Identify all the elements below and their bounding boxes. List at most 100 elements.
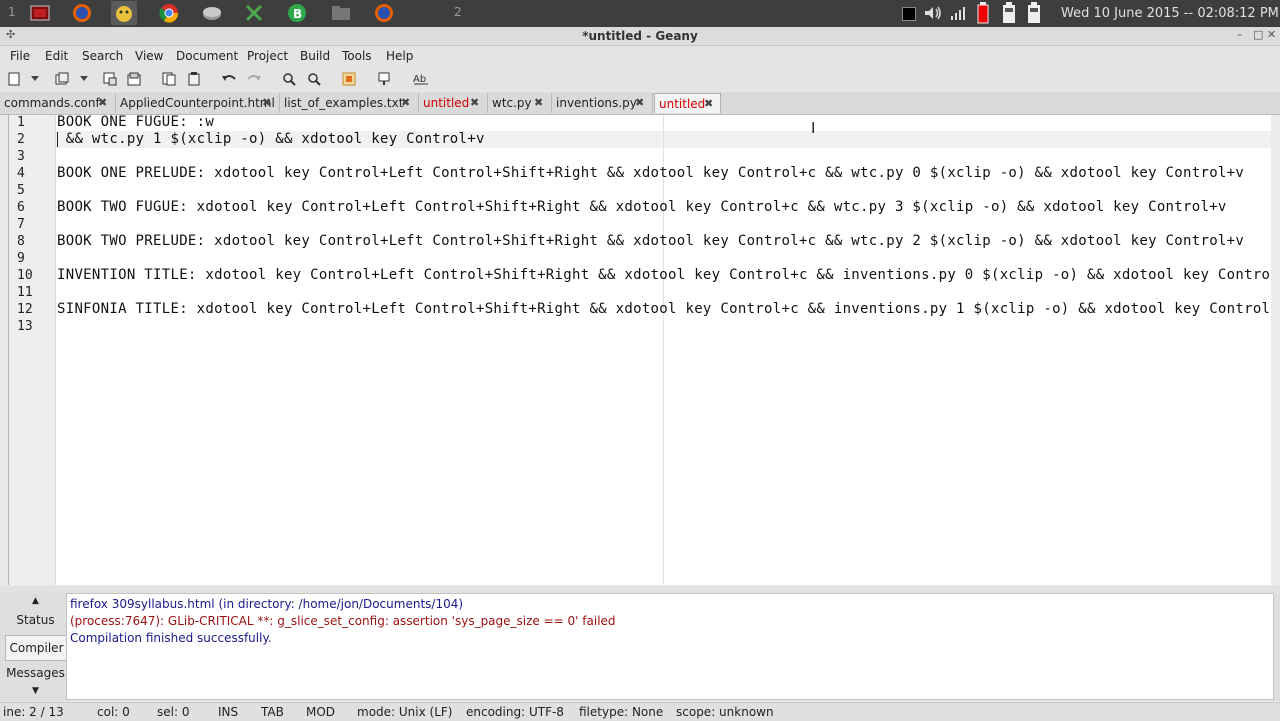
build-run-icon[interactable] xyxy=(376,71,392,87)
find-icon[interactable] xyxy=(281,71,297,87)
code-line: SINFONIA TITLE: xdotool key Control+Left… xyxy=(57,301,1280,317)
tools-launcher-icon[interactable] xyxy=(241,1,267,25)
message-window: ▲ Status Compiler Messages ▼ firefox 309… xyxy=(0,593,1280,701)
close-tab-icon[interactable]: ✖ xyxy=(262,93,271,113)
folder-launcher-icon[interactable] xyxy=(328,1,354,25)
line-number: 3 xyxy=(17,149,25,164)
battery-icon[interactable] xyxy=(1002,2,1016,28)
open-file-icon[interactable] xyxy=(54,71,70,87)
menu-document[interactable]: Document xyxy=(176,49,238,63)
tab-untitled-active[interactable]: untitled ✖ xyxy=(654,93,721,113)
compiler-output[interactable]: firefox 309syllabus.html (in directory: … xyxy=(66,593,1274,700)
window-titlebar[interactable]: ✣ *untitled - Geany – □ ✕ xyxy=(0,27,1280,46)
spellcheck-icon[interactable]: Ab xyxy=(412,71,430,87)
menu-tools[interactable]: Tools xyxy=(342,49,372,63)
close-tab-icon[interactable]: ✖ xyxy=(635,93,644,113)
compiler-message[interactable]: (process:7647): GLib-CRITICAL **: g_slic… xyxy=(70,614,616,628)
tab-inventions-py[interactable]: inventions.py ✖ xyxy=(552,93,653,113)
tab-wtc-py[interactable]: wtc.py ✖ xyxy=(488,93,552,113)
svg-text:B: B xyxy=(293,7,302,21)
long-line-marker xyxy=(663,115,664,585)
battery-low-icon[interactable] xyxy=(977,2,989,28)
tab-label: list_of_examples.txt xyxy=(284,96,404,110)
menu-search[interactable]: Search xyxy=(82,49,123,63)
menu-edit[interactable]: Edit xyxy=(45,49,68,63)
menu-project[interactable]: Project xyxy=(247,49,288,63)
disk-utility-launcher-icon[interactable] xyxy=(199,1,225,25)
menu-help[interactable]: Help xyxy=(386,49,413,63)
chrome-launcher-icon[interactable] xyxy=(156,1,182,25)
save-all-icon[interactable] xyxy=(126,71,142,87)
firefox-2-launcher-icon[interactable] xyxy=(371,1,397,25)
minimize-icon[interactable]: – xyxy=(1237,28,1243,41)
open-dropdown-icon[interactable] xyxy=(79,71,89,87)
battery-2-icon[interactable] xyxy=(1027,2,1041,28)
status-sel: sel: 0 xyxy=(157,705,190,719)
tab-status[interactable]: Status xyxy=(5,610,66,630)
file-manager-launcher-icon[interactable] xyxy=(111,1,137,25)
tray-app-icon[interactable] xyxy=(902,7,916,21)
clock[interactable]: Wed 10 June 2015 -- 02:08:12 PM xyxy=(1061,6,1279,21)
close-window-icon[interactable]: ✕ xyxy=(1267,28,1276,41)
tab-commands-conf[interactable]: commands.conf ✖ xyxy=(0,93,116,113)
close-tab-icon[interactable]: ✖ xyxy=(704,94,713,114)
line-number: 5 xyxy=(17,183,25,198)
tab-messages[interactable]: Messages xyxy=(5,663,66,683)
redo-icon[interactable] xyxy=(246,71,262,87)
window-title: *untitled - Geany xyxy=(582,29,698,43)
save-icon[interactable] xyxy=(102,71,118,87)
status-scope: scope: unknown xyxy=(676,705,774,719)
status-encoding: encoding: UTF-8 xyxy=(466,705,564,719)
tab-label: wtc.py xyxy=(492,96,532,110)
code-line: && wtc.py 1 $(xclip -o) && xdotool key C… xyxy=(57,131,485,147)
status-col: col: 0 xyxy=(97,705,130,719)
revert-icon[interactable] xyxy=(161,71,177,87)
close-tab-icon[interactable]: ✖ xyxy=(534,93,543,113)
status-ins: INS xyxy=(218,705,239,719)
svg-text:Ab: Ab xyxy=(413,74,426,85)
editor-scrollbar[interactable] xyxy=(1271,115,1280,585)
line-number: 11 xyxy=(17,285,33,300)
line-number: 9 xyxy=(17,251,25,266)
code-line: INVENTION TITLE: xdotool key Control+Lef… xyxy=(57,267,1280,283)
workspace-1-indicator[interactable]: 1 xyxy=(8,5,16,19)
b-app-launcher-icon[interactable]: B xyxy=(284,1,310,25)
code-editor[interactable]: 1 2 3 4 5 6 7 8 9 10 11 12 13 BOOK ONE F… xyxy=(8,114,1280,585)
top-panel: 1 B 2 Wed 10 June 2015 -- 02:08:12 PM xyxy=(0,0,1280,27)
status-tab: TAB xyxy=(261,705,284,719)
menu-build[interactable]: Build xyxy=(300,49,330,63)
network-signal-icon[interactable] xyxy=(950,4,966,26)
close-tab-icon[interactable]: ✖ xyxy=(470,93,479,113)
line-number: 1 xyxy=(17,115,25,130)
maximize-icon[interactable]: □ xyxy=(1253,28,1263,41)
tab-compiler[interactable]: Compiler xyxy=(5,635,68,661)
line-number-gutter[interactable]: 1 2 3 4 5 6 7 8 9 10 11 12 13 xyxy=(9,115,56,585)
undo-icon[interactable] xyxy=(221,71,237,87)
new-file-icon[interactable] xyxy=(6,71,22,87)
terminal-launcher-icon[interactable] xyxy=(27,1,53,25)
workspace-2-indicator[interactable]: 2 xyxy=(454,5,462,19)
find-replace-icon[interactable] xyxy=(306,71,322,87)
tab-label: AppliedCounterpoint.html xyxy=(120,96,275,110)
line-number: 13 xyxy=(17,319,33,334)
tab-list-of-examples-txt[interactable]: list_of_examples.txt ✖ xyxy=(280,93,419,113)
menu-view[interactable]: View xyxy=(135,49,163,63)
pane-splitter[interactable] xyxy=(0,586,1280,593)
firefox-launcher-icon[interactable] xyxy=(69,1,95,25)
volume-icon[interactable] xyxy=(923,4,943,26)
tab-scroll-down-icon[interactable]: ▼ xyxy=(5,686,66,696)
close-tab-icon[interactable]: ✖ xyxy=(98,93,107,113)
compiler-message[interactable]: Compilation finished successfully. xyxy=(70,631,272,645)
tab-scroll-up-icon[interactable]: ▲ xyxy=(5,596,66,606)
menu-file[interactable]: File xyxy=(10,49,30,63)
compiler-message[interactable]: firefox 309syllabus.html (in directory: … xyxy=(70,597,463,611)
tab-untitled-1[interactable]: untitled ✖ xyxy=(419,93,488,113)
tab-appliedcounterpoint-html[interactable]: AppliedCounterpoint.html ✖ xyxy=(116,93,280,113)
close-tab-icon[interactable]: ✖ xyxy=(401,93,410,113)
code-line: BOOK TWO FUGUE: xdotool key Control+Left… xyxy=(57,199,1227,215)
compile-icon[interactable] xyxy=(341,71,357,87)
status-filetype: filetype: None xyxy=(579,705,664,719)
close-file-icon[interactable] xyxy=(186,71,202,87)
line-number: 8 xyxy=(17,234,25,249)
new-dropdown-icon[interactable] xyxy=(30,71,40,87)
